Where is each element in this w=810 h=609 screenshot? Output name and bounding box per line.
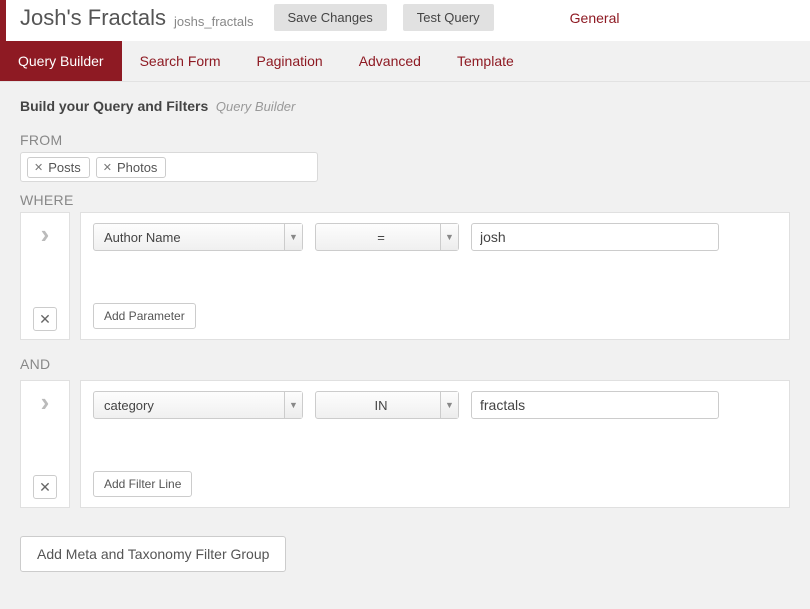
from-keyword: FROM xyxy=(20,132,790,148)
and-field-value: category xyxy=(104,398,154,413)
remove-token-icon[interactable]: ✕ xyxy=(103,161,112,174)
save-changes-button[interactable]: Save Changes xyxy=(274,4,387,31)
tab-search-form[interactable]: Search Form xyxy=(122,41,239,81)
where-sidebar: › ✕ xyxy=(20,212,70,340)
tab-advanced[interactable]: Advanced xyxy=(341,41,439,81)
caret-down-icon: ▼ xyxy=(284,392,302,418)
where-operator-value: = xyxy=(377,230,385,245)
from-token-input[interactable]: ✕ Posts ✕ Photos xyxy=(20,152,318,182)
build-label: Build your Query and Filters xyxy=(20,98,208,114)
and-operator-value: IN xyxy=(375,398,388,413)
caret-down-icon: ▼ xyxy=(440,224,458,250)
and-block: › ✕ category ▼ IN ▼ Add Filter Line xyxy=(20,380,790,508)
token-label: Photos xyxy=(117,160,157,175)
tab-template[interactable]: Template xyxy=(439,41,532,81)
tab-query-builder[interactable]: Query Builder xyxy=(0,41,122,81)
and-field-select[interactable]: category ▼ xyxy=(93,391,303,419)
add-parameter-button[interactable]: Add Parameter xyxy=(93,303,196,329)
page-title: Josh's Fractals xyxy=(20,5,166,31)
where-value-input[interactable] xyxy=(471,223,719,251)
build-heading: Build your Query and Filters Query Build… xyxy=(20,98,790,114)
test-query-button[interactable]: Test Query xyxy=(403,4,494,31)
page-header: Josh's Fractals joshs_fractals Save Chan… xyxy=(0,0,810,41)
and-body: category ▼ IN ▼ Add Filter Line xyxy=(80,380,790,508)
content-area: Build your Query and Filters Query Build… xyxy=(0,82,810,588)
where-block: › ✕ Author Name ▼ = ▼ Add Parameter xyxy=(20,212,790,340)
where-body: Author Name ▼ = ▼ Add Parameter xyxy=(80,212,790,340)
and-value-input[interactable] xyxy=(471,391,719,419)
delete-where-button[interactable]: ✕ xyxy=(33,307,57,331)
and-sidebar: › ✕ xyxy=(20,380,70,508)
delete-and-button[interactable]: ✕ xyxy=(33,475,57,499)
where-row: Author Name ▼ = ▼ xyxy=(93,223,777,251)
where-field-value: Author Name xyxy=(104,230,181,245)
page-slug: joshs_fractals xyxy=(174,14,253,29)
and-operator-select[interactable]: IN ▼ xyxy=(315,391,459,419)
chevron-right-icon[interactable]: › xyxy=(41,221,50,247)
caret-down-icon: ▼ xyxy=(284,224,302,250)
tab-bar: Query Builder Search Form Pagination Adv… xyxy=(0,41,810,82)
caret-down-icon: ▼ xyxy=(440,392,458,418)
and-keyword: AND xyxy=(20,356,790,372)
add-meta-group-button[interactable]: Add Meta and Taxonomy Filter Group xyxy=(20,536,286,572)
token-label: Posts xyxy=(48,160,81,175)
where-field-select[interactable]: Author Name ▼ xyxy=(93,223,303,251)
chevron-right-icon[interactable]: › xyxy=(41,389,50,415)
tab-pagination[interactable]: Pagination xyxy=(239,41,341,81)
add-filter-line-button[interactable]: Add Filter Line xyxy=(93,471,192,497)
where-keyword: WHERE xyxy=(20,192,790,208)
token-posts: ✕ Posts xyxy=(27,157,90,178)
and-row: category ▼ IN ▼ xyxy=(93,391,777,419)
general-link[interactable]: General xyxy=(570,10,620,26)
remove-token-icon[interactable]: ✕ xyxy=(34,161,43,174)
build-sublabel: Query Builder xyxy=(216,99,295,114)
where-operator-select[interactable]: = ▼ xyxy=(315,223,459,251)
token-photos: ✕ Photos xyxy=(96,157,167,178)
